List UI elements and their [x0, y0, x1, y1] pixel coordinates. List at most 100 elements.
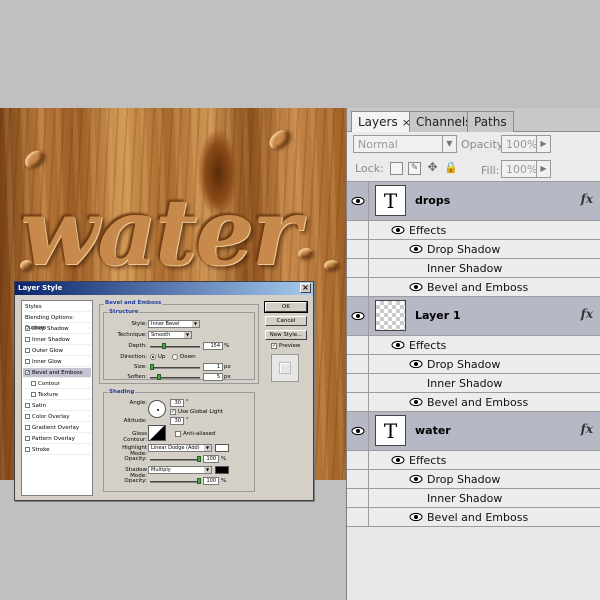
effect-row[interactable]: Bevel and Emboss	[347, 393, 600, 412]
effect-row[interactable]: Drop Shadow	[347, 355, 600, 374]
style-list-item[interactable]: Inner Glow	[23, 357, 91, 367]
layer-thumbnail[interactable]: T	[375, 415, 406, 446]
soften-input[interactable]: 5	[203, 373, 223, 381]
shadow-color-swatch[interactable]	[215, 466, 229, 474]
lock-paint-icon[interactable]: ✎	[408, 162, 421, 175]
angle-input[interactable]: 30	[170, 399, 184, 407]
cancel-button[interactable]: Cancel	[265, 316, 307, 326]
lock-move-icon[interactable]: ✥	[426, 161, 439, 175]
altitude-input[interactable]: 30	[170, 417, 184, 425]
style-list-item[interactable]: Blending Options: Custom	[23, 313, 91, 331]
layer-row[interactable]: Layer 1 fx	[347, 297, 600, 336]
layer-name[interactable]: Layer 1	[415, 309, 461, 322]
eye-icon[interactable]	[409, 282, 423, 292]
style-checkbox[interactable]	[25, 447, 30, 452]
style-checkbox[interactable]	[25, 425, 30, 430]
style-checkbox[interactable]: ✓	[25, 370, 30, 376]
fx-icon[interactable]: fx	[581, 307, 593, 321]
effect-row[interactable]: Bevel and Emboss	[347, 508, 600, 527]
effect-row[interactable]: Drop Shadow	[347, 240, 600, 259]
layer-row[interactable]: Twater fx	[347, 412, 600, 451]
eye-icon[interactable]	[409, 474, 423, 484]
eye-icon[interactable]	[351, 311, 365, 321]
style-list-item[interactable]: Gradient Overlay	[23, 423, 91, 433]
style-list-item[interactable]: ✓ Bevel and Emboss	[23, 368, 91, 378]
tab-layers[interactable]: Layers ×	[351, 111, 418, 133]
shadow-mode-select[interactable]: Multiply ▼	[148, 466, 212, 474]
layer-thumbnail[interactable]	[375, 300, 406, 331]
eye-icon[interactable]	[391, 340, 405, 350]
size-input[interactable]: 1	[203, 363, 223, 371]
shadow-opacity-input[interactable]: 100	[203, 477, 219, 485]
eye-icon[interactable]	[409, 244, 423, 254]
eye-icon[interactable]	[409, 512, 423, 522]
angle-dial[interactable]	[148, 400, 166, 418]
lock-transparent-icon[interactable]	[390, 162, 403, 175]
style-list-item[interactable]: Pattern Overlay	[23, 434, 91, 444]
eye-icon[interactable]	[409, 397, 423, 407]
new-style-button[interactable]: New Style...	[265, 330, 307, 340]
style-list-item[interactable]: Styles	[23, 302, 91, 312]
style-list-item[interactable]: Satin	[23, 401, 91, 411]
direction-up-radio[interactable]	[150, 354, 156, 360]
bevel-style-select[interactable]: Inner Bevel ▼	[148, 320, 200, 328]
style-list-item[interactable]: Color Overlay	[23, 412, 91, 422]
effects-row[interactable]: Effects	[347, 451, 600, 470]
highlight-color-swatch[interactable]	[215, 444, 229, 452]
layer-name[interactable]: drops	[415, 194, 450, 207]
technique-select[interactable]: Smooth ▼	[148, 331, 192, 339]
ok-button[interactable]: OK	[264, 301, 308, 313]
close-icon[interactable]: ×	[300, 283, 311, 293]
opacity-input[interactable]: 100% ▶	[501, 135, 551, 153]
highlight-opacity-handle[interactable]	[197, 456, 201, 462]
depth-input[interactable]: 154	[203, 342, 223, 350]
blend-mode-select[interactable]: Normal ▼	[353, 135, 457, 153]
style-checkbox[interactable]	[25, 414, 30, 419]
highlight-opacity-slider[interactable]	[150, 459, 200, 461]
global-light-checkbox[interactable]: ✓	[170, 409, 176, 415]
layer-row[interactable]: Tdrops fx	[347, 182, 600, 221]
style-list-item[interactable]: Inner Shadow	[23, 335, 91, 345]
depth-slider[interactable]	[150, 346, 200, 348]
direction-down-radio[interactable]	[172, 354, 178, 360]
style-checkbox[interactable]	[25, 337, 30, 342]
style-list-item[interactable]: Stroke	[23, 445, 91, 455]
tab-paths[interactable]: Paths	[467, 111, 514, 132]
size-slider-handle[interactable]	[150, 364, 154, 370]
effect-row[interactable]: Inner Shadow	[347, 374, 600, 393]
style-checkbox[interactable]	[31, 381, 36, 386]
effect-row[interactable]: Inner Shadow	[347, 259, 600, 278]
style-list-item[interactable]: Texture	[23, 390, 91, 400]
depth-slider-handle[interactable]	[162, 343, 166, 349]
fill-input[interactable]: 100% ▶	[501, 160, 551, 178]
soften-slider-handle[interactable]	[157, 374, 161, 380]
eye-icon[interactable]	[391, 455, 405, 465]
highlight-mode-select[interactable]: Linear Dodge (Add) ▼	[148, 444, 212, 452]
eye-icon[interactable]	[409, 359, 423, 369]
shadow-opacity-handle[interactable]	[197, 478, 201, 484]
fx-icon[interactable]: fx	[581, 192, 593, 206]
layer-thumbnail[interactable]: T	[375, 185, 406, 216]
style-checkbox[interactable]	[25, 348, 30, 353]
eye-icon[interactable]	[391, 225, 405, 235]
effect-row[interactable]: Drop Shadow	[347, 470, 600, 489]
shadow-opacity-slider[interactable]	[150, 481, 200, 483]
effect-row[interactable]: Inner Shadow	[347, 489, 600, 508]
anti-aliased-checkbox[interactable]	[175, 431, 181, 437]
style-checkbox[interactable]	[25, 436, 30, 441]
highlight-opacity-input[interactable]: 100	[203, 455, 219, 463]
style-list-item[interactable]: ✓ Drop Shadow	[23, 324, 91, 334]
style-checkbox[interactable]	[25, 403, 30, 408]
style-checkbox[interactable]	[31, 392, 36, 397]
eye-icon[interactable]	[351, 196, 365, 206]
dialog-title-bar[interactable]: Layer Style ×	[15, 282, 313, 295]
effects-row[interactable]: Effects	[347, 221, 600, 240]
eye-icon[interactable]	[351, 426, 365, 436]
style-checkbox[interactable]	[25, 359, 30, 364]
effect-row[interactable]: Bevel and Emboss	[347, 278, 600, 297]
effects-row[interactable]: Effects	[347, 336, 600, 355]
style-list-item[interactable]: Outer Glow	[23, 346, 91, 356]
fx-icon[interactable]: fx	[581, 422, 593, 436]
layer-name[interactable]: water	[415, 424, 451, 437]
preview-checkbox[interactable]: ✓	[271, 343, 277, 349]
